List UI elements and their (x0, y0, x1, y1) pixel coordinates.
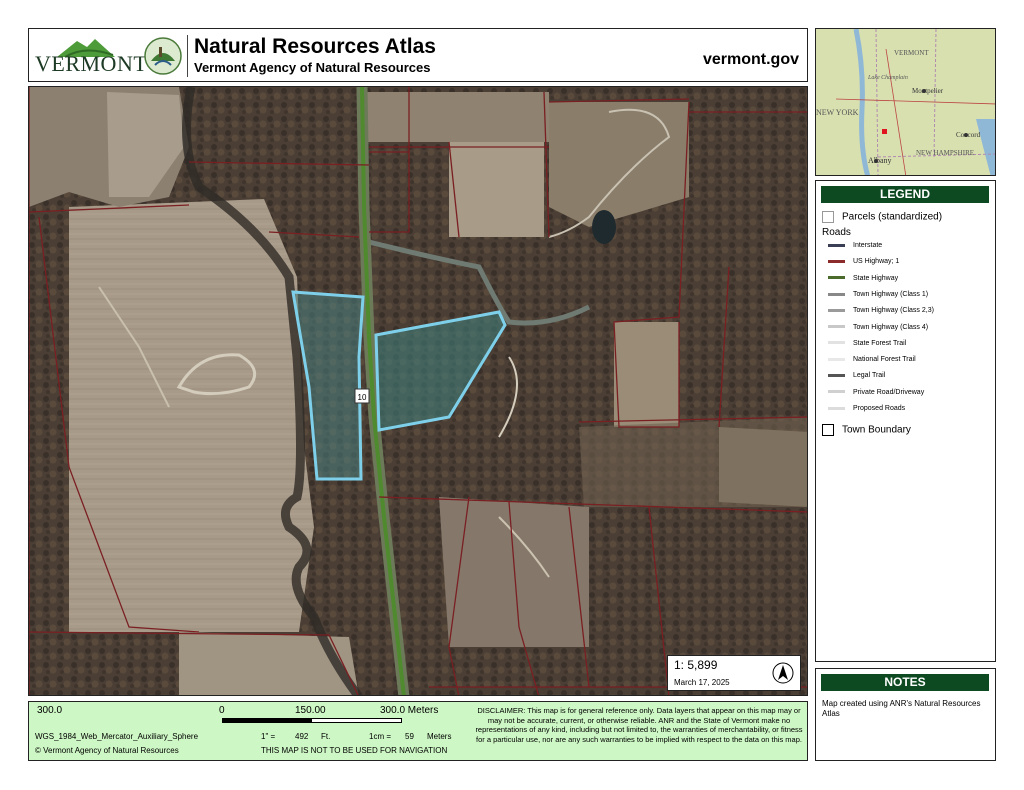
legend-road-label: State Forest Trail (853, 339, 907, 347)
legend-parcels: Parcels (standardized) (822, 211, 942, 223)
cm-scale-value: 59 (405, 732, 414, 741)
scale-bar (222, 718, 402, 723)
map-date: March 17, 2025 (674, 678, 730, 687)
road-marker-label: 10 (358, 393, 367, 402)
scale-left-label: 300.0 (37, 705, 63, 716)
scale-ratio: 1: 5,899 (674, 658, 718, 672)
road-line-swatch (828, 374, 845, 378)
legend-road-item: State Forest Trail (828, 340, 906, 347)
legend-road-label: Legal Trail (853, 372, 886, 380)
legend-road-item: Proposed Roads (828, 405, 905, 412)
inset-label: NEW HAMPSHIRE (916, 149, 974, 157)
legend-town-boundary: Town Boundary (822, 424, 911, 436)
anr-logo-icon (141, 35, 185, 77)
legend-road-item: US Highway; 1 (828, 258, 899, 265)
cm-scale-label: 1cm = (369, 732, 392, 741)
legend-road-label: Town Highway (Class 4) (853, 323, 929, 331)
legend-roads-label: Roads (822, 227, 851, 238)
legend-road-label: National Forest Trail (853, 356, 916, 364)
road-line-swatch (828, 243, 845, 247)
legend-road-item: Legal Trail (828, 372, 885, 379)
legend-road-item: National Forest Trail (828, 356, 916, 363)
notes-title: NOTES (821, 674, 989, 691)
inset-label: Albany (868, 156, 892, 165)
legend-road-item: Interstate (828, 242, 882, 249)
road-line-swatch (828, 308, 845, 312)
road-line-swatch (828, 292, 845, 296)
legend-road-label: Town Highway (Class 1) (853, 290, 929, 298)
logo-text: VERMONT (35, 51, 148, 76)
notes-panel: NOTES Map created using ANR's Natural Re… (815, 668, 996, 761)
legend-road-item: Town Highway (Class 2,3) (828, 307, 934, 314)
scale-zero-label: 0 (219, 705, 225, 716)
inset-label: VERMONT (894, 49, 929, 57)
road-line-swatch (828, 259, 845, 263)
legend-road-item: State Highway (828, 275, 898, 282)
road-line-swatch (828, 390, 845, 394)
road-line-swatch (828, 276, 845, 280)
map-header: VERMONT Natural Resources Atlas Vermont … (28, 28, 808, 82)
legend-road-label: State Highway (853, 274, 899, 282)
disclaimer-text: DISCLAIMER: This map is for general refe… (475, 706, 803, 744)
road-line-swatch (828, 357, 845, 361)
road-line-swatch (828, 325, 845, 329)
legend-road-item: Town Highway (Class 1) (828, 291, 928, 298)
town-boundary-swatch (822, 424, 834, 436)
cm-scale-unit: Meters (427, 732, 452, 741)
road-line-swatch (828, 341, 845, 345)
legend-title: LEGEND (821, 186, 989, 203)
scale-right-label: 300.0 Meters (380, 705, 439, 716)
road-shield-icon: 10 (354, 388, 370, 404)
inset-map-graphic: VERMONT Lake Champlain Montpelier NEW YO… (816, 29, 995, 175)
legend-road-item: Town Highway (Class 4) (828, 324, 928, 331)
parcel-swatch (822, 211, 834, 223)
legend-road-label: Proposed Roads (853, 405, 906, 412)
aerial-imagery: 10 (29, 87, 807, 695)
legend-road-item: Private Road/Driveway (828, 389, 924, 396)
legend-panel: LEGEND Parcels (standardized) Roads Inte… (815, 180, 996, 662)
legend-parcels-label: Parcels (standardized) (842, 211, 943, 223)
page-subtitle: Vermont Agency of Natural Resources (194, 60, 431, 75)
header-divider (187, 35, 188, 77)
page-title: Natural Resources Atlas (194, 35, 436, 58)
inset-label: Concord (956, 131, 981, 139)
aerial-map[interactable]: 10 (28, 86, 808, 696)
legend-road-label: Private Road/Driveway (853, 388, 925, 396)
scale-bar-fill (223, 719, 312, 722)
scale-info-box: 1: 5,899 March 17, 2025 (667, 655, 801, 691)
road-line-swatch (828, 406, 845, 410)
copyright-label: © Vermont Agency of Natural Resources (35, 746, 179, 755)
vermont-logo: VERMONT (35, 33, 148, 79)
inch-scale-label: 1" = (261, 732, 276, 741)
notes-text: Map created using ANR's Natural Resource… (822, 699, 981, 718)
website-label: vermont.gov (702, 51, 799, 68)
north-arrow-icon (772, 662, 794, 684)
legend-road-label: Interstate (853, 242, 883, 249)
scale-mid-label: 150.00 (295, 705, 326, 716)
legend-road-label: US Highway; 1 (853, 258, 900, 266)
legend-road-label: Town Highway (Class 2,3) (853, 307, 934, 315)
inset-label: NEW YORK (816, 108, 859, 117)
projection-label: WGS_1984_Web_Mercator_Auxiliary_Sphere (35, 732, 199, 741)
inset-label: Lake Champlain (867, 75, 908, 81)
inch-scale-value: 492 (295, 732, 309, 741)
inset-label: Montpelier (912, 87, 944, 95)
map-footer: 300.0 0 150.00 300.0 Meters WGS_1984_Web… (28, 701, 808, 761)
legend-town-boundary-label: Town Boundary (842, 424, 911, 436)
inset-locator-map: VERMONT Lake Champlain Montpelier NEW YO… (815, 28, 996, 176)
navigation-warning: THIS MAP IS NOT TO BE USED FOR NAVIGATIO… (261, 746, 448, 755)
inch-scale-unit: Ft. (321, 732, 331, 741)
